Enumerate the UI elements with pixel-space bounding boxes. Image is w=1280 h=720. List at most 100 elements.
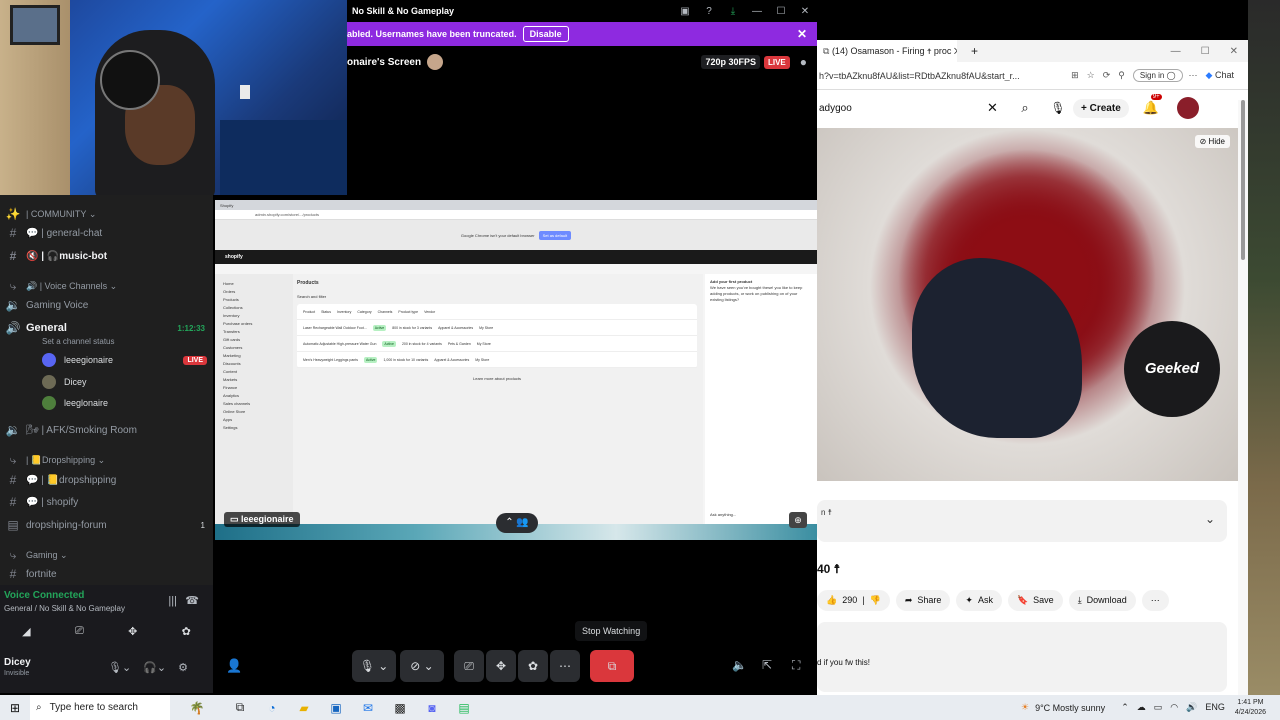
clear-search-icon[interactable]: ✕	[987, 100, 1007, 116]
fullscreen-icon[interactable]: ⛶	[792, 658, 800, 673]
noise-suppression-icon[interactable]: |||	[168, 595, 177, 607]
video-description[interactable]: n ☨ ⌄	[817, 500, 1227, 542]
more-button[interactable]: ⋯	[550, 650, 580, 682]
camera-button[interactable]: ⊘ ⌄	[400, 650, 444, 682]
collapse-participants-button[interactable]: ⌃ 👥	[496, 513, 538, 533]
channel-music-bot[interactable]: # 🔇 | 🎧music-bot	[0, 246, 213, 266]
page-scrollbar[interactable]	[1238, 100, 1248, 695]
channel-shopify[interactable]: # 💬 | shopify	[0, 492, 213, 512]
channel-status[interactable]: Set a channel status	[42, 337, 115, 346]
download-icon[interactable]: ⤓	[721, 6, 745, 17]
refresh-icon[interactable]: ⟳	[1103, 70, 1111, 81]
search-input[interactable]: adygoo	[817, 103, 987, 114]
clock[interactable]: 1:41 PM 4/24/2026	[1235, 698, 1266, 718]
download-button[interactable]: ⤓ Download	[1068, 589, 1136, 611]
file-explorer-icon[interactable]: ▰	[288, 701, 320, 715]
minimize-icon[interactable]: —	[1171, 46, 1181, 57]
sign-in-button[interactable]: Sign in ◯	[1132, 69, 1183, 82]
voice-search-icon[interactable]: 🎙	[1043, 101, 1073, 115]
cloud-icon[interactable]: ☁	[1137, 702, 1146, 713]
channel-general-chat[interactable]: # 💬 | general-chat	[0, 223, 213, 243]
capcut-icon[interactable]: ▩	[384, 701, 416, 715]
disable-button[interactable]: Disable	[522, 26, 569, 42]
save-button[interactable]: 🔖 Save	[1007, 589, 1063, 611]
create-button[interactable]: + Create	[1073, 98, 1129, 118]
account-avatar[interactable]	[1176, 97, 1199, 119]
camera-icon[interactable]: ◢	[22, 625, 30, 638]
like-button[interactable]: 👍 290 | 👎	[817, 589, 890, 611]
popout-icon[interactable]: ⇱	[762, 658, 772, 672]
channel-dropshipping[interactable]: # 💬 | 📒dropshipping	[0, 470, 213, 490]
channel-fortnite[interactable]: # fortnite	[0, 564, 213, 584]
thumbs-down-icon[interactable]: 👎	[870, 595, 881, 606]
close-notice-icon[interactable]: ✕	[797, 27, 807, 41]
soundboard-icon[interactable]: ✿	[182, 625, 191, 638]
copilot-chat-button[interactable]: ◆ Chat	[1206, 70, 1234, 81]
video-player[interactable]: ⊘ Hide Geeked	[817, 128, 1238, 481]
search-icon[interactable]: ⌕	[1007, 100, 1043, 116]
weather-widget[interactable]: ☀ 9°C Mostly sunny	[1021, 702, 1105, 713]
browser-tab[interactable]: ⧉ (14) Osamason - Firing ☨ proc ✕	[817, 40, 957, 62]
maximize-icon[interactable]: ☐	[769, 6, 793, 17]
inbox-icon[interactable]: ▣	[673, 6, 697, 17]
edge-icon[interactable]: ◔	[256, 701, 288, 715]
close-icon[interactable]: ✕	[793, 6, 817, 17]
favorite-star-icon[interactable]: ☆	[1087, 70, 1095, 81]
extension-icon[interactable]: ⚲	[1118, 70, 1125, 81]
new-tab-icon[interactable]: +	[971, 44, 978, 58]
battery-icon[interactable]: ▭	[1154, 702, 1163, 713]
search-highlight-icon[interactable]: 🌴	[170, 701, 224, 715]
chat-bubble-icon[interactable]: ●	[800, 55, 807, 69]
voice-location[interactable]: General / No Skill & No Gameplay	[4, 604, 125, 613]
share-button[interactable]: ➦ Share	[895, 589, 951, 611]
app-icon[interactable]: ▤	[448, 701, 480, 715]
discord-icon[interactable]: ◙	[416, 701, 448, 715]
volume-icon[interactable]: 🔊	[1186, 702, 1197, 713]
maximize-icon[interactable]: ☐	[1201, 46, 1210, 57]
language[interactable]: ENG	[1205, 702, 1225, 713]
headset-icon[interactable]: 🎧⌄	[143, 661, 166, 674]
more-options-icon[interactable]: ⋯	[1189, 70, 1198, 81]
address-bar[interactable]: h?v=tbAZknu8fAU&list=RDtbAZknu8fAU&start…	[817, 71, 1071, 81]
volume-icon[interactable]: 🔈	[732, 658, 747, 672]
notifications-bell-icon[interactable]: 🔔 9+	[1143, 94, 1162, 116]
activities-icon[interactable]: ✥	[128, 625, 137, 638]
help-icon[interactable]: ?	[697, 6, 721, 17]
voice-user[interactable]: Dicey	[42, 372, 207, 392]
stop-watching-button[interactable]: ⧉	[590, 650, 634, 682]
invite-icon[interactable]: 👤	[226, 658, 242, 674]
current-user-name[interactable]: Dicey	[4, 657, 31, 668]
channel-afk[interactable]: 🔉 🌬 | AFK/Smoking Room	[0, 420, 213, 440]
scroll-thumb[interactable]	[1241, 100, 1245, 260]
category-dropshipping[interactable]: ⤷ | 📒Dropshipping ⌄	[0, 450, 213, 470]
ask-button[interactable]: ✦ Ask	[956, 589, 1002, 611]
hide-button[interactable]: ⊘ Hide	[1194, 135, 1230, 148]
disconnect-icon[interactable]: ☎	[185, 594, 199, 607]
activities-button[interactable]: ✥	[486, 650, 516, 682]
share-screen-button[interactable]: ⎚	[454, 650, 484, 682]
windows-start-icon[interactable]: ⊞	[0, 701, 30, 715]
channel-gaming-voice[interactable]: 🔉 Gaming Voice	[0, 295, 213, 315]
more-actions-button[interactable]: ⋯	[1141, 589, 1169, 611]
chevron-up-icon[interactable]: ⌃	[1121, 702, 1129, 713]
wifi-icon[interactable]: ◠	[1170, 702, 1178, 713]
soundboard-button[interactable]: ✿	[518, 650, 548, 682]
zoom-icon[interactable]: ⊕	[789, 512, 807, 528]
category-community[interactable]: ✨ | COMMUNITY ⌄	[0, 204, 213, 224]
channel-general-voice[interactable]: 🔊 General 1:12:33	[0, 318, 213, 338]
minimize-icon[interactable]: —	[745, 6, 769, 17]
microphone-button[interactable]: 🎙 ⌄	[352, 650, 396, 682]
close-icon[interactable]: ✕	[1230, 46, 1238, 57]
voice-user[interactable]: leeegionaire LIVE	[42, 350, 207, 370]
settings-gear-icon[interactable]: ⚙	[178, 661, 188, 674]
store-icon[interactable]: ▣	[320, 701, 352, 715]
microphone-icon[interactable]: 🎙⌄	[108, 661, 131, 674]
screen-share-icon[interactable]: ⎚	[75, 625, 84, 638]
task-view-icon[interactable]: ⧉	[224, 700, 256, 715]
voice-user[interactable]: leeglonaire	[42, 393, 207, 413]
shared-screen[interactable]: Shopify admin.shopify.com/store/.../prod…	[215, 200, 817, 540]
outlook-icon[interactable]: ✉	[352, 701, 384, 715]
category-voice-channels[interactable]: ⤷ 🔊 | Voice Channels ⌄	[0, 276, 213, 296]
taskbar-search[interactable]: ⌕ Type here to search	[30, 695, 170, 720]
category-gaming[interactable]: ⤷ Gaming ⌄	[0, 545, 213, 565]
